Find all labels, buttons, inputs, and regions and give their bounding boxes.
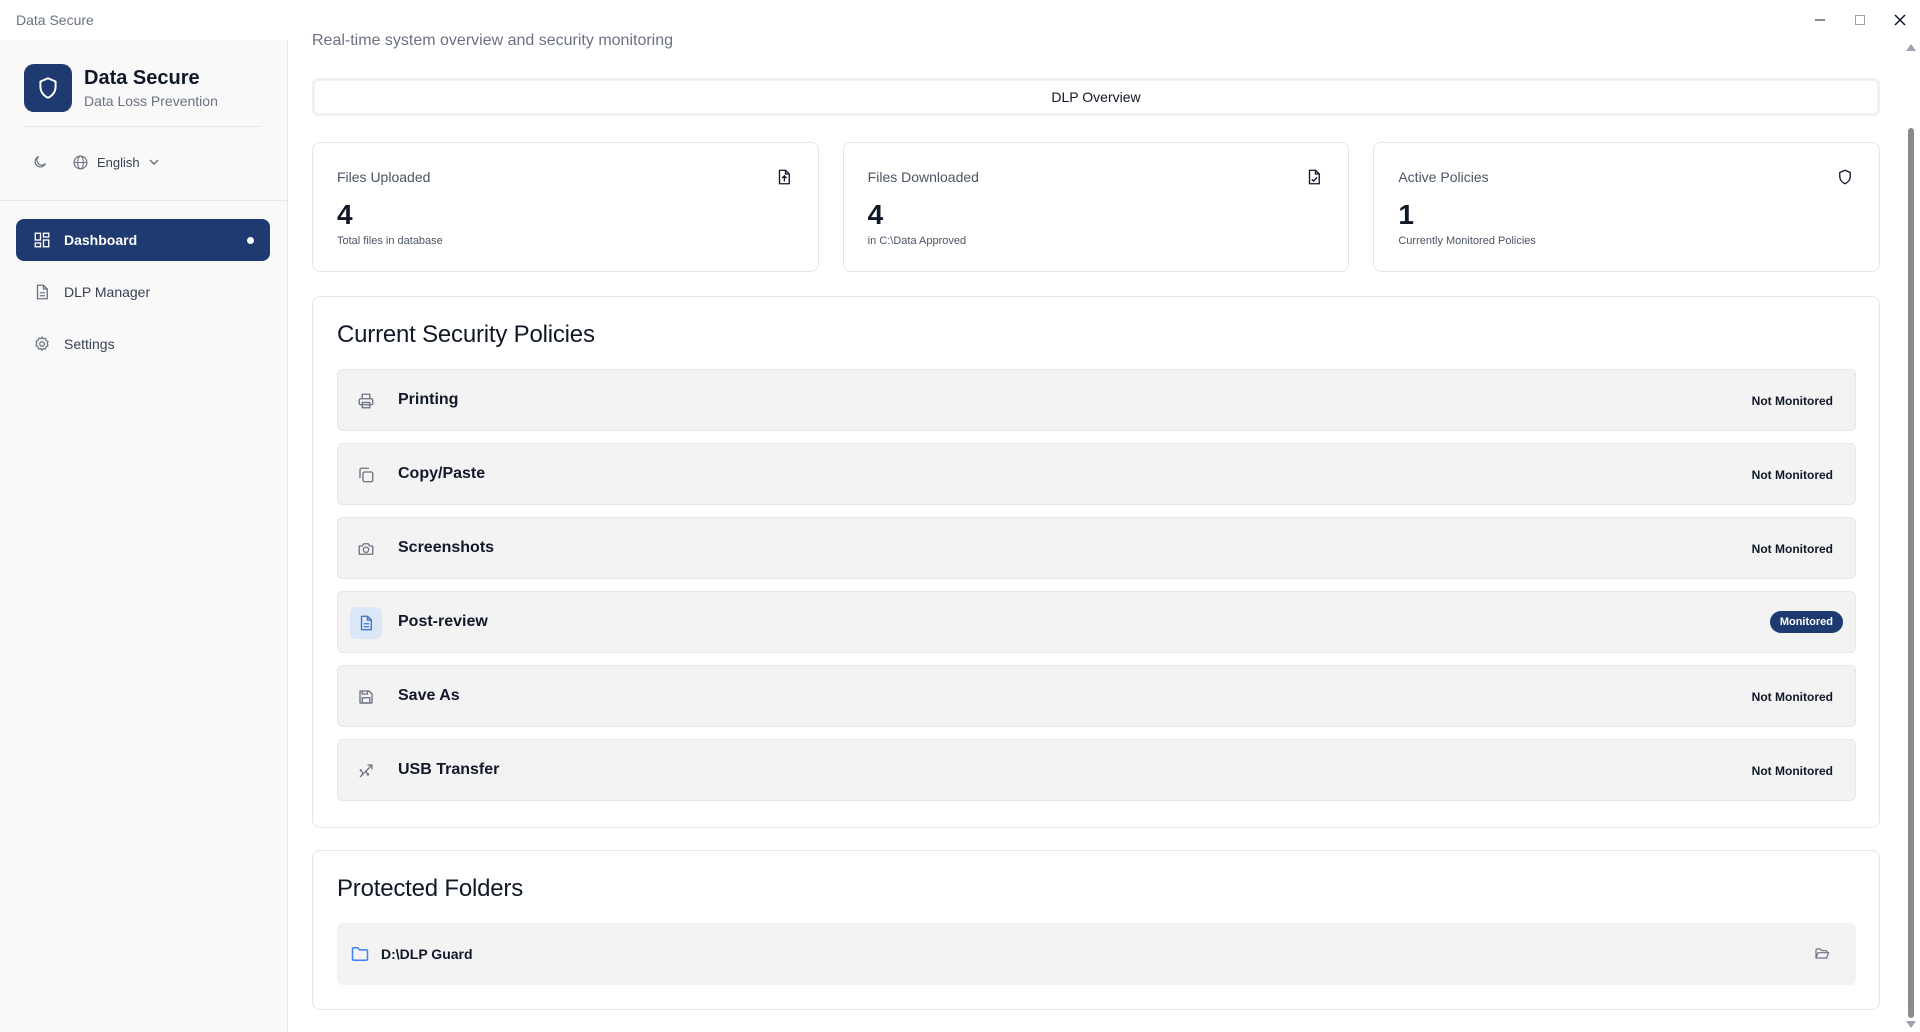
folder-row[interactable]: D:\DLP Guard [337,923,1856,985]
file-upload-icon [774,167,794,187]
stat-value: 1 [1398,199,1414,230]
divider [0,200,287,201]
copy-icon [350,459,382,491]
document-icon [350,607,382,639]
scroll-down-arrow[interactable] [1906,1021,1916,1028]
policy-list: Printing Not Monitored Copy/Paste Not Mo… [337,369,1856,813]
divider [24,126,262,127]
sidebar-nav: Dashboard DLP Manager Settings [16,219,270,375]
close-button[interactable] [1880,0,1920,40]
stat-label: Active Policies [1398,169,1489,185]
sidebar-item-label: Settings [64,336,115,352]
window-controls [1800,0,1920,40]
folder-icon [349,943,371,965]
scroll-thumb[interactable] [1908,128,1914,1018]
stat-description: Total files in database [337,235,443,247]
policy-row-post-review[interactable]: Post-review Monitored [337,591,1856,653]
brand-subtitle: Data Loss Prevention [84,93,218,109]
language-label: English [97,154,140,170]
status-badge: Not Monitored [1751,690,1833,704]
gear-icon [32,334,52,354]
shield-icon [39,77,57,99]
main-content: Real-time system overview and security m… [288,33,1900,1032]
brand-logo [24,64,72,112]
page-subtitle: Real-time system overview and security m… [312,33,673,50]
stat-card-files-downloaded: Files Downloaded 4 in C:\Data Approved [842,142,1350,272]
policy-name: Save As [398,687,460,704]
stat-description: Currently Monitored Policies [1398,235,1536,247]
page-subtitle-text: Real-time system overview and security m… [312,32,674,49]
theme-toggle-button[interactable] [30,152,50,172]
brand-title: Data Secure [84,67,200,89]
stats-row: Files Uploaded 4 Total files in database… [312,142,1881,272]
language-selector[interactable]: English [72,154,160,171]
usb-icon [350,755,382,787]
stat-value: 4 [867,199,884,230]
camera-icon [350,533,382,565]
policy-row-screenshots[interactable]: Screenshots Not Monitored [337,517,1856,579]
policy-name: USB Transfer [398,761,500,778]
status-badge: Monitored [1769,611,1843,633]
folder-path: D:\DLP Guard [381,946,473,962]
title-bar: Data Secure [0,0,1920,40]
policy-name: Printing [398,391,459,408]
save-icon [350,681,382,713]
minimize-button[interactable] [1800,0,1840,40]
brand: Data Secure Data Loss Prevention [24,64,218,112]
stat-value: 4 [337,199,353,230]
stat-label: Files Downloaded [867,169,979,185]
sidebar-item-dlp-manager[interactable]: DLP Manager [16,271,270,313]
protected-folders-card: Protected Folders D:\DLP Guard [312,850,1880,1010]
sidebar-item-settings[interactable]: Settings [16,323,270,365]
status-badge: Not Monitored [1751,542,1833,556]
status-badge: Not Monitored [1751,394,1833,408]
sidebar-item-dashboard[interactable]: Dashboard [16,219,270,261]
security-policies-card: Current Security Policies Printing Not M… [312,296,1880,828]
policy-name: Screenshots [398,539,495,556]
policy-row-usb-transfer[interactable]: USB Transfer Not Monitored [337,739,1856,801]
minimize-icon [1815,19,1825,21]
scroll-up-arrow[interactable] [1906,44,1916,51]
sidebar: Data Secure Data Loss Prevention English… [0,40,288,1032]
sidebar-item-label: DLP Manager [64,284,151,300]
open-folder-button[interactable] [1812,944,1832,964]
window-title: Data Secure [16,12,94,28]
sidebar-item-label: Dashboard [64,232,138,248]
globe-icon [73,155,88,169]
policy-row-printing[interactable]: Printing Not Monitored [337,369,1856,431]
policy-name: Copy/Paste [398,465,486,482]
maximize-icon [1855,15,1865,25]
status-badge: Not Monitored [1751,764,1833,778]
stat-card-active-policies: Active Policies 1 Currently Monitored Po… [1373,142,1881,272]
vertical-scrollbar[interactable] [1902,40,1920,1032]
printer-icon [350,385,382,417]
policy-row-copy-paste[interactable]: Copy/Paste Not Monitored [337,443,1856,505]
policy-name: Post-review [398,613,488,630]
status-badge: Not Monitored [1751,468,1833,482]
close-icon [1894,14,1906,26]
moon-icon [34,156,46,168]
section-title: Current Security Policies [337,321,595,348]
section-title: Protected Folders [337,875,524,902]
shield-icon [1835,167,1855,187]
sidebar-tools: English [30,152,160,172]
stat-card-files-uploaded: Files Uploaded 4 Total files in database [312,142,819,272]
file-check-icon [1304,167,1324,187]
stat-label: Files Uploaded [337,169,431,185]
dashboard-icon [32,230,52,250]
tab-dlp-overview[interactable]: DLP Overview [312,78,1880,116]
tab-label: DLP Overview [1051,89,1141,105]
chevron-down-icon [149,159,159,166]
policy-row-save-as[interactable]: Save As Not Monitored [337,665,1856,727]
folder-open-icon [1815,948,1830,959]
document-icon [32,282,52,302]
stat-description: in C:\Data Approved [867,235,967,247]
maximize-button[interactable] [1840,0,1880,40]
active-indicator [247,237,254,244]
